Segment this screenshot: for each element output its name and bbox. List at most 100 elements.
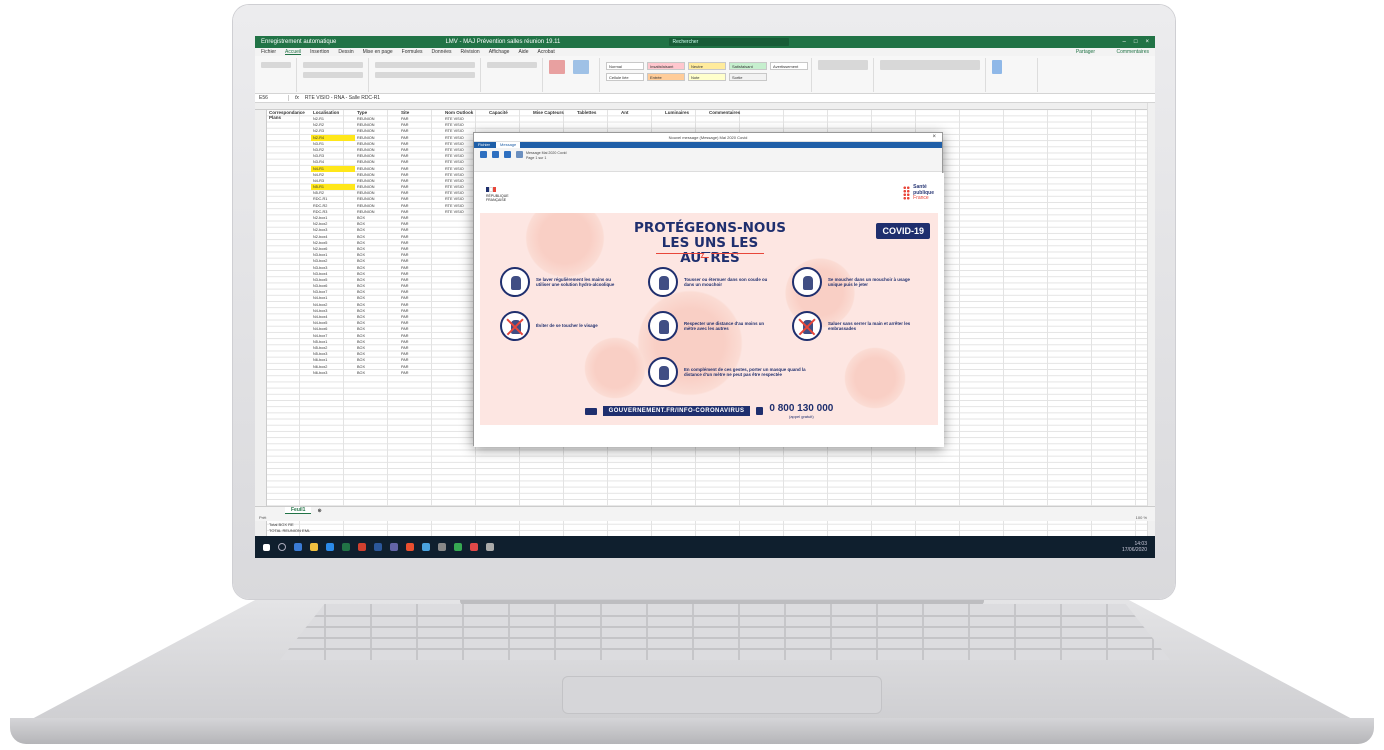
menu-tab-8[interactable]: Affichage (489, 49, 510, 55)
total-label[interactable]: TOTAL REUNION EML (269, 528, 310, 534)
message-window-title: Nouvel message (Message) Mai 2020 Covid … (474, 133, 942, 142)
cell-style-8[interactable]: Sortie (729, 73, 767, 81)
mask-icon (648, 357, 678, 387)
laptop-base (0, 600, 1384, 750)
menu-tab-3[interactable]: Dessin (338, 49, 353, 55)
cell-style-0[interactable]: Normal (606, 62, 644, 70)
reply-icon[interactable] (480, 151, 487, 158)
menu-tab-6[interactable]: Données (432, 49, 452, 55)
excel-icon[interactable] (342, 543, 350, 551)
acrobat-icon[interactable] (406, 543, 414, 551)
share-button[interactable]: Partager (1076, 49, 1095, 55)
explorer-icon[interactable] (310, 543, 318, 551)
comments-button[interactable]: Commentaires (1116, 49, 1149, 55)
gesture-no-handshake: Saluer sans serrer la main et arrêter le… (792, 311, 912, 341)
powerpoint-icon[interactable] (358, 543, 366, 551)
column-headers (255, 103, 1147, 110)
formula-input[interactable]: RTE VISIO - RNA - Salle RDC-R1 (305, 95, 380, 101)
menu-tab-1[interactable]: Accueil (285, 49, 302, 55)
app-icon-1[interactable] (422, 543, 430, 551)
cough-elbow-icon (648, 267, 678, 297)
excel-titlebar: Enregistrement automatique LMV - MAJ Pré… (255, 36, 1155, 48)
edge-icon[interactable] (294, 543, 302, 551)
cell-style-6[interactable]: Entrée (647, 73, 685, 81)
covid-badge: COVID-19 (876, 223, 930, 239)
start-icon[interactable] (263, 543, 270, 551)
laptop-icon (584, 407, 597, 415)
tissue-icon (792, 267, 822, 297)
word-icon[interactable] (374, 543, 382, 551)
system-clock[interactable]: 14:03 17/06/2020 (1122, 541, 1147, 553)
message-ribbon: Message Mai 2020 Covid Page 1 sur 1 (474, 148, 942, 172)
sante-publique-france-logo: Santé publique France (903, 184, 934, 202)
menu-tab-7[interactable]: Révision (461, 49, 480, 55)
cell-style-1[interactable]: Insatisfaisant (647, 62, 685, 70)
menu-tab-2[interactable]: Insertion (310, 49, 329, 55)
gesture-distance: Respecter une distance d'au moins un mèt… (648, 311, 768, 341)
teams-icon[interactable] (390, 543, 398, 551)
row-headers (255, 110, 267, 546)
no-face-touch-icon (500, 311, 530, 341)
search-icon[interactable] (278, 543, 286, 551)
phone-icon (756, 407, 764, 415)
more-icon[interactable] (516, 151, 523, 158)
window-title: LMV - MAJ Prévention salles réunion 19.1… (445, 39, 561, 45)
forward-icon[interactable] (504, 151, 511, 158)
table-cell[interactable]: BOX (355, 370, 399, 376)
minimize-icon[interactable]: – (1123, 39, 1126, 45)
laptop-screen: Enregistrement automatique LMV - MAJ Pré… (255, 36, 1155, 558)
message-body: RÉPUBLIQUE FRANÇAISE Santé publique Fran… (474, 173, 944, 447)
column-header[interactable]: Mise Capteurs (531, 110, 575, 116)
gesture-wash-hands: Se laver régulièrement les mains ou util… (500, 267, 620, 297)
trackpad (562, 676, 882, 714)
cell-style-2[interactable]: Neutre (688, 62, 726, 70)
table-row[interactable]: N6-box3 BOX PAR (267, 370, 487, 376)
menu-tab-4[interactable]: Mise en page (363, 49, 393, 55)
sheet-tabs: Feuil1 ⊕ (255, 506, 1155, 515)
search-input[interactable]: Rechercher (669, 38, 790, 46)
cell-style-5[interactable]: Cellule liée (606, 73, 644, 81)
republique-francaise-logo: RÉPUBLIQUE FRANÇAISE (486, 187, 509, 202)
app-icon-3[interactable] (454, 543, 462, 551)
table-body: N2-R1 REUNION PAR RTE VISIO N2-R2 REUNION PAR R… (267, 116, 487, 376)
fx-icon: fx (295, 95, 299, 101)
vertical-scrollbar[interactable] (1147, 103, 1155, 539)
app-icon-5[interactable] (486, 543, 494, 551)
close-icon[interactable]: × (932, 133, 936, 142)
table-cell[interactable]: PAR (399, 370, 443, 376)
outlook-icon[interactable] (326, 543, 334, 551)
styles-group: Normal Insatisfaisant Neutre Satisfaisant Av… (602, 58, 812, 92)
table-cell[interactable]: N6-box3 (311, 370, 355, 376)
table-cell[interactable] (267, 370, 311, 376)
cell-style-3[interactable]: Satisfaisant (729, 62, 767, 70)
close-icon[interactable]: × (1146, 39, 1150, 45)
column-header[interactable]: Tablettes (575, 110, 619, 116)
menu-tab-9[interactable]: Aide (518, 49, 528, 55)
info-url: GOUVERNEMENT.FR/INFO-CORONAVIRUS (602, 406, 751, 416)
column-header[interactable]: Commentaires (707, 110, 751, 116)
column-header[interactable]: Luminaires (663, 110, 707, 116)
app-icon-4[interactable] (470, 543, 478, 551)
reply-all-icon[interactable] (492, 151, 499, 158)
app-icon-2[interactable] (438, 543, 446, 551)
cell-style-4[interactable]: Avertissement (770, 62, 808, 70)
gesture-tissue: Se moucher dans un mouchoir à usage uniq… (792, 267, 912, 297)
laptop-stage: Enregistrement automatique LMV - MAJ Pré… (0, 0, 1384, 750)
add-sheet-icon[interactable]: ⊕ (317, 508, 321, 514)
name-box[interactable]: E56 (259, 95, 289, 101)
column-header[interactable]: Ant (619, 110, 663, 116)
distance-icon (648, 311, 678, 341)
column-header[interactable]: Capacité (487, 110, 531, 116)
menu-tab-0[interactable]: Fichier (261, 49, 276, 55)
poster-title: PROTÉGEONS-NOUS LES UNS LES AUTRES (633, 220, 787, 266)
formula-bar: E56 fx RTE VISIO - RNA - Salle RDC-R1 (255, 94, 1155, 103)
maximize-icon[interactable]: □ (1134, 39, 1138, 45)
menu-tab-10[interactable]: Acrobat (537, 49, 554, 55)
autosave-toggle[interactable]: Enregistrement automatique (261, 39, 336, 45)
zoom-level[interactable]: 100 % (1136, 514, 1147, 521)
windows-taskbar: 14:03 17/06/2020 (255, 536, 1155, 558)
hand-wash-icon (500, 267, 530, 297)
menu-tab-5[interactable]: Formules (402, 49, 423, 55)
cell-style-7[interactable]: Note (688, 73, 726, 81)
message-info: Message Mai 2020 Covid Page 1 sur 1 (526, 151, 567, 160)
